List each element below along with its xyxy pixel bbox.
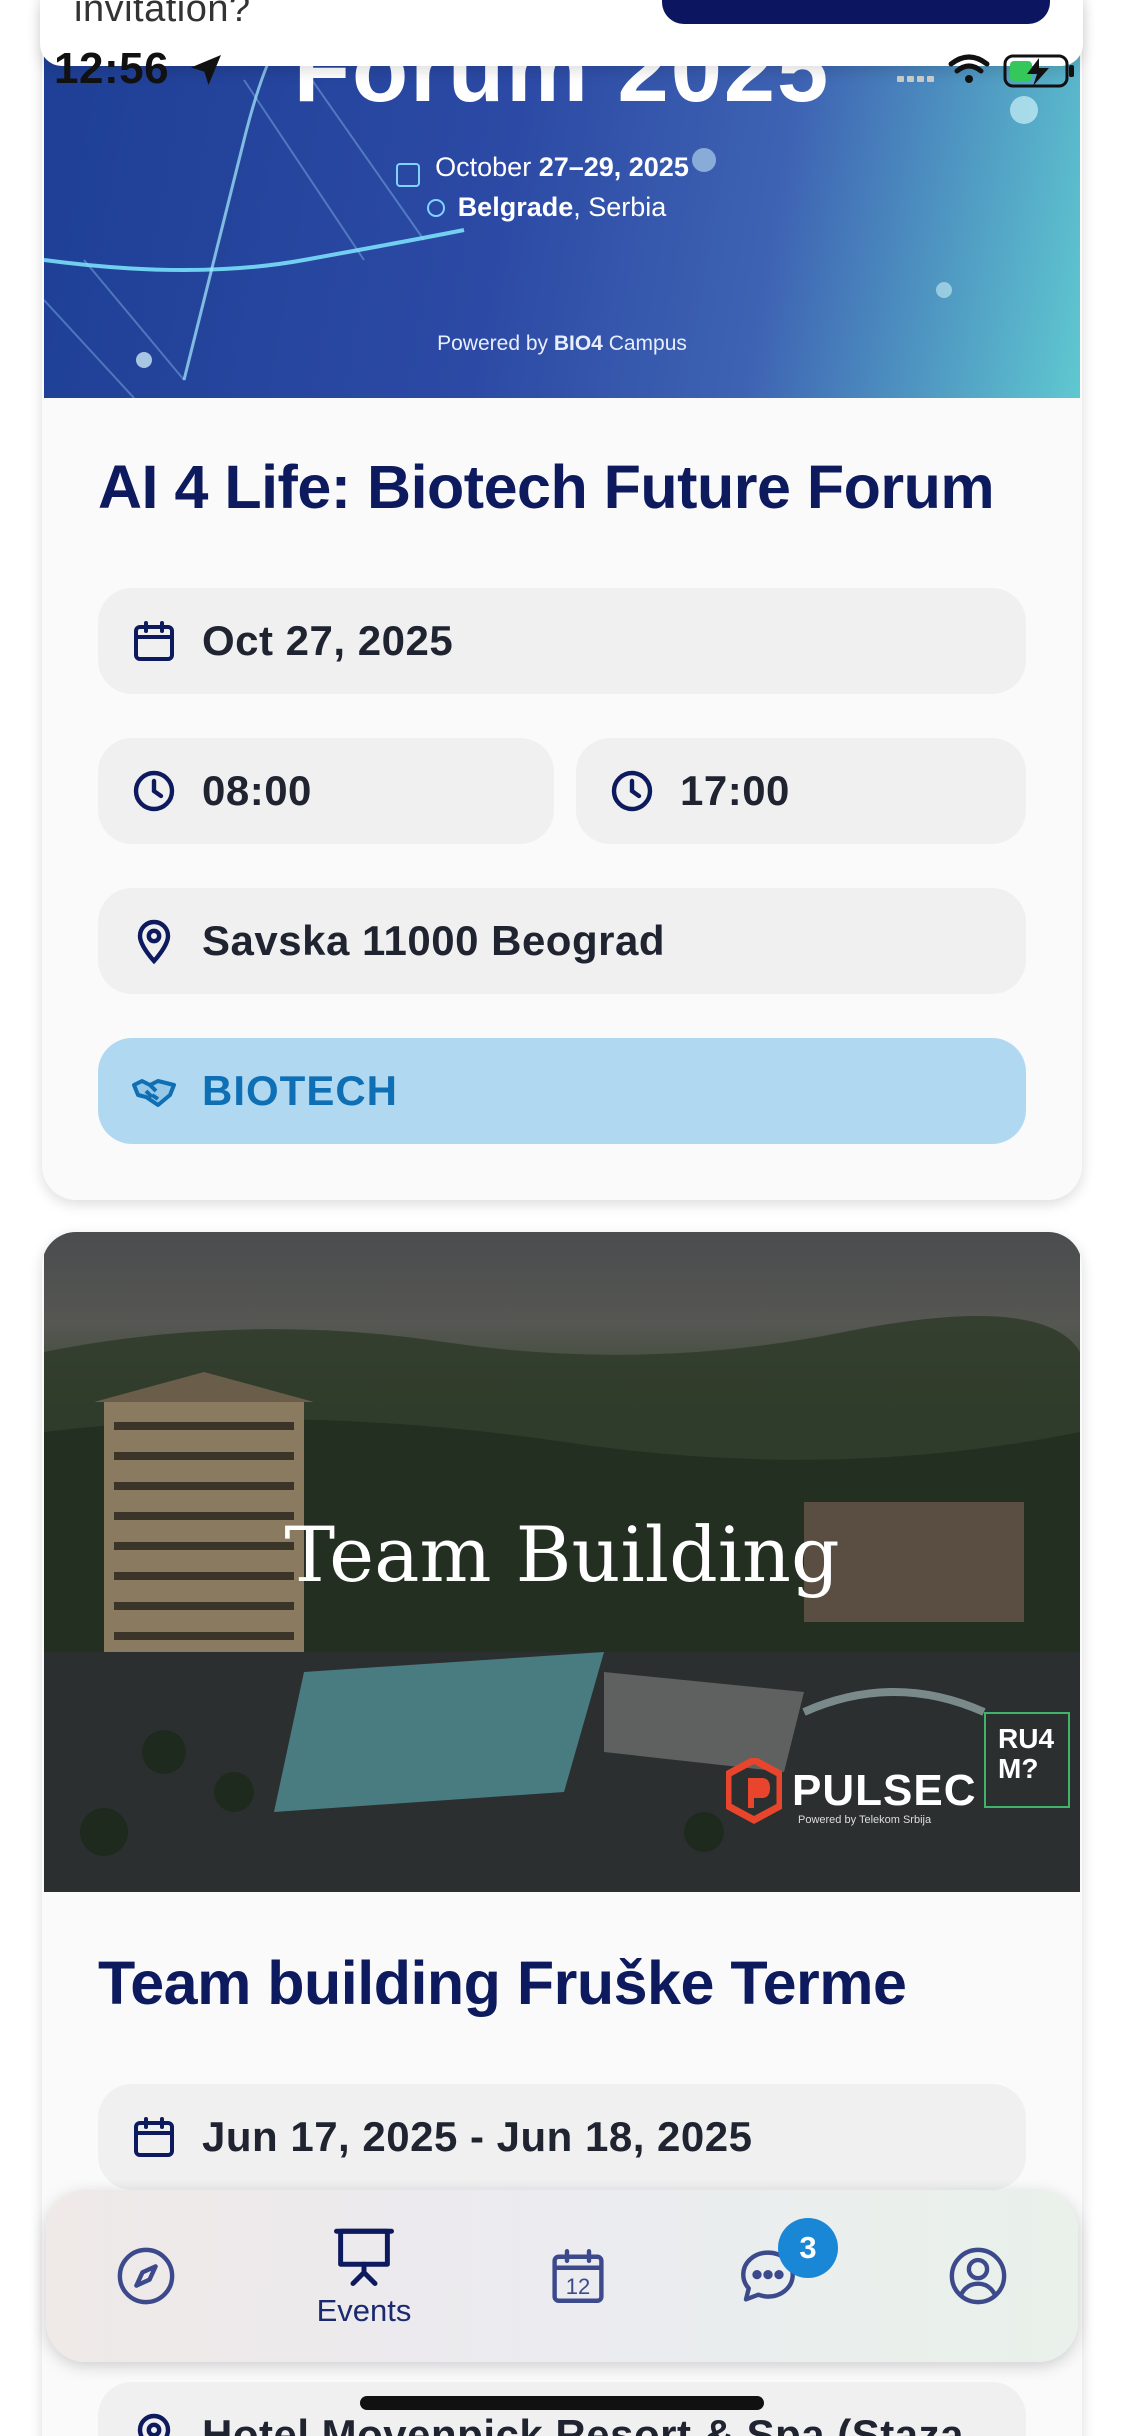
nav-events-label: Events xyxy=(316,2293,412,2328)
event-title: AI 4 Life: Biotech Future Forum xyxy=(98,453,995,521)
map-pin-icon xyxy=(137,2413,171,2436)
banner-date: October 27–29, 2025 xyxy=(435,152,689,182)
nav-chat[interactable] xyxy=(678,2190,858,2362)
status-icons xyxy=(897,54,1074,88)
ru4-badge: RU4 M? xyxy=(984,1712,1070,1808)
home-indicator[interactable] xyxy=(360,2396,764,2410)
event-location: Savska 11000 Beograd xyxy=(202,917,665,964)
banner-place: Belgrade, Serbia xyxy=(457,192,667,222)
invitation-text: invitation? xyxy=(74,0,251,30)
svg-text:12: 12 xyxy=(566,2274,590,2299)
chat-unread-badge: 3 xyxy=(778,2218,838,2278)
event-title: Team building Fruške Terme xyxy=(98,1949,907,2017)
location-arrow-icon xyxy=(191,55,221,85)
wifi-icon xyxy=(948,54,990,74)
event-card[interactable]: Forum 2025 October 27–29, 2025 Belgrade,… xyxy=(42,0,1082,1200)
nav-events[interactable]: Events xyxy=(274,2190,454,2362)
event-date: Jun 17, 2025 - Jun 18, 2025 xyxy=(202,2113,753,2160)
clock-icon xyxy=(611,770,653,812)
clock-icon xyxy=(133,770,175,812)
calendar-icon xyxy=(134,2117,174,2157)
nav-explore[interactable] xyxy=(56,2190,236,2362)
sponsor-logo: PULSEC Powered by Telekom Srbija xyxy=(726,1756,976,1826)
event-date-pill: Oct 27, 2025 xyxy=(98,588,1026,694)
event-date-pill: Jun 17, 2025 - Jun 18, 2025 xyxy=(98,2084,1026,2190)
status-time: 12:56 xyxy=(54,44,170,93)
event-start-time-pill: 08:00 xyxy=(98,738,554,844)
calendar-icon xyxy=(134,621,174,661)
battery-icon xyxy=(1003,54,1074,88)
signal-icon xyxy=(897,76,934,82)
pulsec-logo-icon xyxy=(726,1758,782,1824)
event-end-time: 17:00 xyxy=(680,767,790,814)
event-date: Oct 27, 2025 xyxy=(202,617,454,664)
nav-calendar[interactable]: 12 xyxy=(488,2190,668,2362)
banner-title: Team Building xyxy=(284,1510,840,1599)
event-end-time-pill: 17:00 xyxy=(576,738,1026,844)
compass-icon xyxy=(117,2247,175,2305)
profile-icon xyxy=(949,2247,1007,2305)
handshake-icon xyxy=(132,1079,176,1107)
invitation-action-button[interactable] xyxy=(662,0,1050,24)
presentation-icon xyxy=(334,2228,394,2286)
event-location-pill: Savska 11000 Beograd xyxy=(98,888,1026,994)
event-location: Hotel Movenpick Resort & Spa (Staza xyxy=(202,2411,964,2436)
event-category-tag: BIOTECH xyxy=(98,1038,1026,1144)
bottom-navigation: Events 12 3 xyxy=(46,2190,1078,2362)
sponsor-subtitle: Powered by Telekom Srbija xyxy=(798,1814,932,1826)
map-pin-icon xyxy=(137,919,171,965)
event-start-time: 08:00 xyxy=(202,767,312,814)
calendar-icon: 12 xyxy=(552,2249,604,2303)
status-bar: 12:56 xyxy=(0,40,1125,98)
event-category: BIOTECH xyxy=(202,1067,398,1114)
nav-profile[interactable] xyxy=(888,2190,1068,2362)
sponsor-name: PULSEC xyxy=(792,1766,977,1815)
banner-powered-by: Powered by BIO4 Campus xyxy=(437,332,687,355)
event-banner-image: Team Building PULSEC Powered by Telekom … xyxy=(44,1232,1080,1892)
